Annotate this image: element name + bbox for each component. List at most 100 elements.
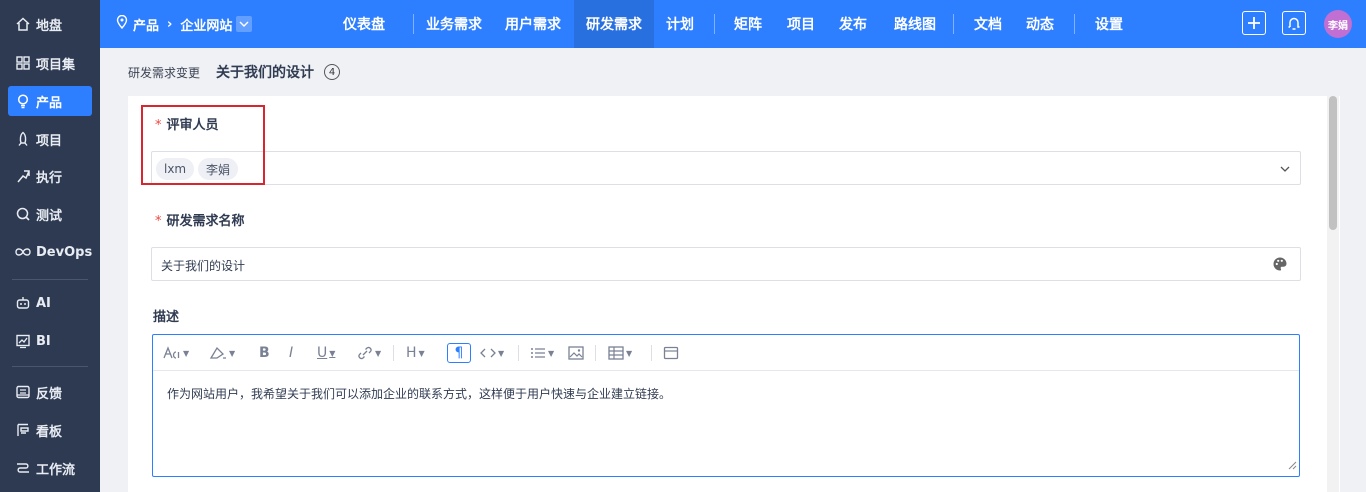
underline-icon[interactable]: U ▼: [317, 343, 335, 363]
nav-project[interactable]: 项目: [779, 0, 823, 48]
resize-handle-icon[interactable]: [1287, 459, 1297, 474]
sidebar-item-label: 反馈: [36, 386, 63, 402]
sidebar-item-execution[interactable]: 执行: [8, 161, 92, 191]
font-size-icon[interactable]: ▼: [163, 343, 189, 363]
palette-icon[interactable]: [1272, 256, 1288, 276]
create-button[interactable]: [1242, 11, 1266, 35]
nav-activity[interactable]: 动态: [1018, 0, 1062, 48]
heading-icon[interactable]: H ▼: [406, 343, 425, 363]
chart-icon: [14, 333, 32, 349]
sidebar-item-label: 看板: [36, 424, 63, 440]
sidebar-item-workflow[interactable]: 工作流: [8, 453, 92, 483]
chevron-down-icon: ▼: [548, 348, 555, 358]
board-icon: [14, 422, 32, 438]
code-icon[interactable]: ▼: [480, 343, 504, 363]
chevron-down-icon: ▼: [183, 348, 190, 358]
required-mark: *: [155, 214, 162, 229]
rd-name-value: 关于我们的设计: [161, 259, 246, 273]
image-icon[interactable]: [568, 343, 584, 363]
version-badge: 4: [324, 64, 341, 80]
editor-toolbar: ▼ ▼ B I U ▼ ▼ H ▼ ¶ ▼ ▼ ▼: [153, 335, 1299, 371]
nav-business-requirement[interactable]: 业务需求: [418, 0, 490, 48]
chevron-right-icon: ›: [167, 16, 173, 32]
breadcrumb: 产品 › 企业网站: [116, 0, 253, 48]
bold-icon[interactable]: B: [259, 343, 270, 363]
top-navbar: 产品 › 企业网站 仪表盘 业务需求 用户需求 研发需求 计划 矩阵 项目 发布…: [100, 0, 1366, 48]
product-switch-dropdown[interactable]: [236, 16, 253, 32]
grid-icon: [14, 55, 32, 71]
rd-name-input[interactable]: 关于我们的设计: [151, 247, 1301, 281]
toolbar-divider: [651, 345, 652, 361]
infinity-icon: [14, 244, 32, 260]
sidebar-item-label: DevOps: [36, 244, 93, 260]
sidebar-item-label: 测试: [36, 208, 63, 224]
scroll-thumb[interactable]: [1329, 96, 1337, 230]
rd-name-label: * 研发需求名称: [155, 210, 245, 229]
page-type-label: 研发需求变更: [128, 65, 201, 80]
nav-plan[interactable]: 计划: [658, 0, 702, 48]
scrollbar[interactable]: [1327, 96, 1339, 492]
nav-roadmap[interactable]: 路线图: [886, 0, 944, 48]
sidebar-item-program[interactable]: 项目集: [8, 48, 92, 78]
highlight-color-icon[interactable]: ▼: [209, 343, 235, 363]
nav-user-requirement[interactable]: 用户需求: [498, 0, 568, 48]
reviewer-tag[interactable]: lxm: [156, 158, 195, 180]
chevron-down-icon[interactable]: [1280, 161, 1290, 176]
sidebar-item-bi[interactable]: BI: [8, 326, 92, 356]
bell-icon: [1288, 17, 1300, 30]
description-text: 作为网站用户，我希望关于我们可以添加企业的联系方式，这样便于用户快速与企业建立链…: [167, 387, 672, 401]
run-icon: [14, 168, 32, 184]
notification-button[interactable]: [1282, 11, 1306, 35]
sidebar-item-dashboard[interactable]: 地盘: [8, 9, 92, 39]
home-icon: [14, 16, 32, 32]
sidebar-item-product[interactable]: 产品: [8, 86, 92, 116]
page-title: 关于我们的设计: [216, 65, 315, 81]
plus-icon: [1248, 17, 1260, 29]
chevron-down-icon: ▼: [418, 348, 425, 358]
paragraph-icon[interactable]: ¶: [447, 343, 471, 363]
breadcrumb-product[interactable]: 产品: [133, 15, 159, 34]
nav-divider: [413, 14, 414, 34]
reviewer-tag[interactable]: 李娟: [198, 158, 239, 180]
chevron-down-icon: [239, 21, 249, 27]
sidebar-item-label: 执行: [36, 170, 63, 186]
rocket-icon: [14, 131, 32, 147]
description-editor[interactable]: ▼ ▼ B I U ▼ ▼ H ▼ ¶ ▼ ▼ ▼ 作为网站用户，我希望关于我们可以…: [152, 334, 1300, 477]
chevron-down-icon: ▼: [229, 348, 236, 358]
nav-rd-requirement[interactable]: 研发需求: [574, 0, 654, 48]
rd-name-label-text: 研发需求名称: [166, 214, 245, 229]
avatar[interactable]: 李娟: [1324, 10, 1352, 38]
page-header: 研发需求变更 关于我们的设计 4: [128, 60, 341, 84]
nav-divider: [1074, 14, 1075, 34]
nav-dashboard[interactable]: 仪表盘: [332, 0, 396, 48]
sidebar-item-feedback[interactable]: 反馈: [8, 377, 92, 407]
breadcrumb-current-product[interactable]: 企业网站: [180, 15, 232, 34]
nav-matrix[interactable]: 矩阵: [726, 0, 770, 48]
toolbar-divider: [393, 345, 394, 361]
chevron-down-icon: ▼: [329, 348, 336, 358]
link-icon[interactable]: ▼: [357, 343, 381, 363]
sidebar-divider: [12, 366, 88, 367]
sidebar-item-label: 产品: [36, 95, 63, 111]
sidebar-item-ai[interactable]: AI: [8, 288, 92, 318]
robot-icon: [14, 295, 32, 311]
sidebar-item-devops[interactable]: DevOps: [8, 237, 92, 267]
nav-divider: [714, 14, 715, 34]
required-mark: *: [155, 118, 162, 133]
sidebar-item-label: BI: [36, 333, 51, 349]
sidebar-item-test[interactable]: 测试: [8, 199, 92, 229]
nav-release[interactable]: 发布: [831, 0, 875, 48]
chevron-down-icon: ▼: [626, 348, 633, 358]
nav-docs[interactable]: 文档: [966, 0, 1010, 48]
table-icon[interactable]: ▼: [608, 343, 632, 363]
sidebar-item-kanban[interactable]: 看板: [8, 415, 92, 445]
toolbar-divider: [518, 345, 519, 361]
nav-settings[interactable]: 设置: [1087, 0, 1131, 48]
description-label: 描述: [153, 310, 180, 325]
italic-icon[interactable]: I: [289, 343, 293, 363]
sidebar-item-label: AI: [36, 295, 51, 311]
fullscreen-icon[interactable]: [663, 343, 679, 363]
sidebar-item-project[interactable]: 项目: [8, 124, 92, 154]
list-icon[interactable]: ▼: [530, 343, 554, 363]
reviewers-select[interactable]: lxm 李娟: [151, 151, 1301, 185]
